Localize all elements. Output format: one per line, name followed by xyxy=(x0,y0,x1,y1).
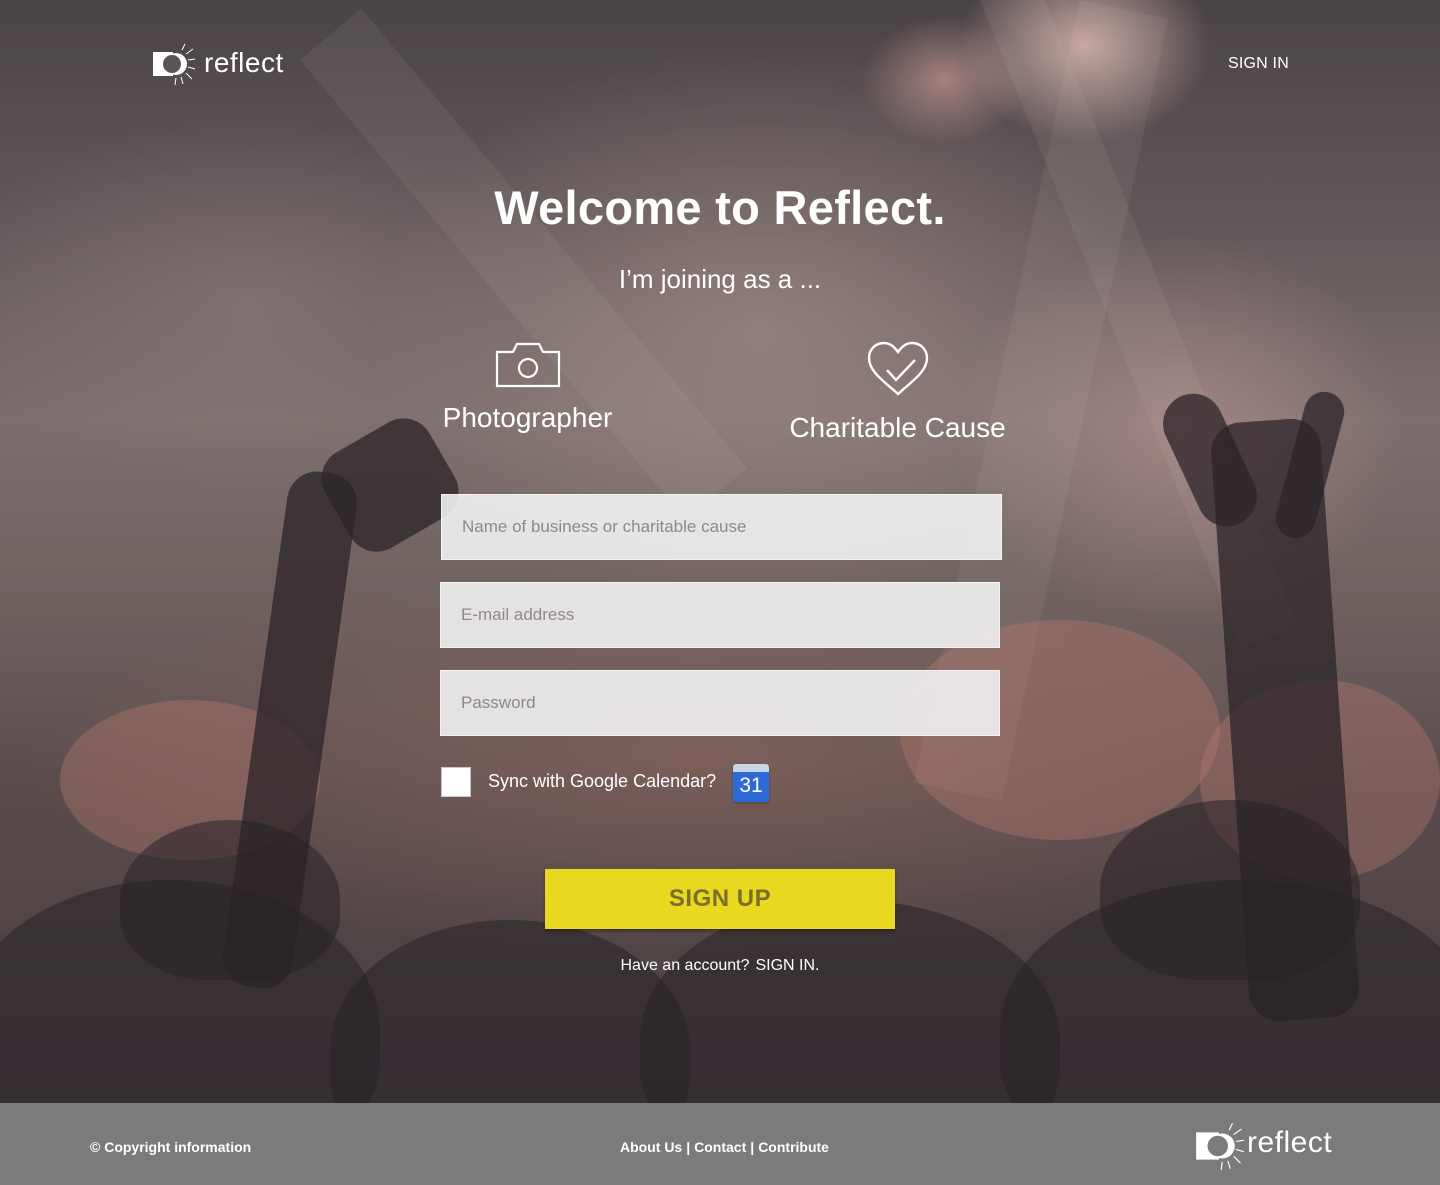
sync-calendar-checkbox[interactable] xyxy=(441,767,471,797)
sync-calendar-label: Sync with Google Calendar? xyxy=(488,771,717,791)
role-label-charitable-cause: Charitable Cause xyxy=(789,412,1006,443)
sign-in-link[interactable]: SIGN IN. xyxy=(755,957,819,974)
footer-separator: | xyxy=(750,1139,755,1155)
role-option-photographer[interactable]: Photographer xyxy=(430,340,625,434)
calendar-day-number: 31 xyxy=(739,774,763,797)
camera-icon xyxy=(495,342,560,388)
footer-link-about-us[interactable]: About Us xyxy=(620,1139,682,1155)
logo-wordmark: reflect xyxy=(204,47,284,78)
copyright-text: © Copyright information xyxy=(90,1139,252,1155)
reflect-logo-icon xyxy=(152,42,196,86)
role-label-photographer: Photographer xyxy=(442,402,613,433)
business-name-input[interactable] xyxy=(441,494,1002,560)
heart-icon xyxy=(867,341,928,396)
logo-wordmark: reflect xyxy=(1247,1126,1333,1159)
footer-logo[interactable]: reflect xyxy=(1195,1121,1333,1170)
page-subtitle: I’m joining as a ... xyxy=(618,264,822,294)
google-calendar-icon: 31 xyxy=(733,764,769,802)
footer: © Copyright information About Us | Contact… xyxy=(0,1103,1440,1185)
footer-links: About Us | Contact | Contribute xyxy=(620,1139,829,1155)
have-account-line: Have an account? SIGN IN. xyxy=(0,957,1440,975)
have-account-text: Have an account? xyxy=(620,957,750,974)
email-input[interactable] xyxy=(440,582,1000,648)
role-option-charitable-cause[interactable]: Charitable Cause xyxy=(785,340,1010,444)
password-input[interactable] xyxy=(440,670,1000,736)
footer-separator: | xyxy=(686,1139,691,1155)
sign-up-button[interactable]: SIGN UP xyxy=(545,869,895,929)
page-title: Welcome to Reflect. xyxy=(494,181,946,234)
header-sign-in-link[interactable]: SIGN IN xyxy=(1228,55,1289,73)
reflect-logo-icon xyxy=(1195,1121,1245,1170)
header-logo[interactable]: reflect xyxy=(152,42,284,86)
footer-link-contact[interactable]: Contact xyxy=(694,1139,746,1155)
footer-link-contribute[interactable]: Contribute xyxy=(758,1139,829,1155)
